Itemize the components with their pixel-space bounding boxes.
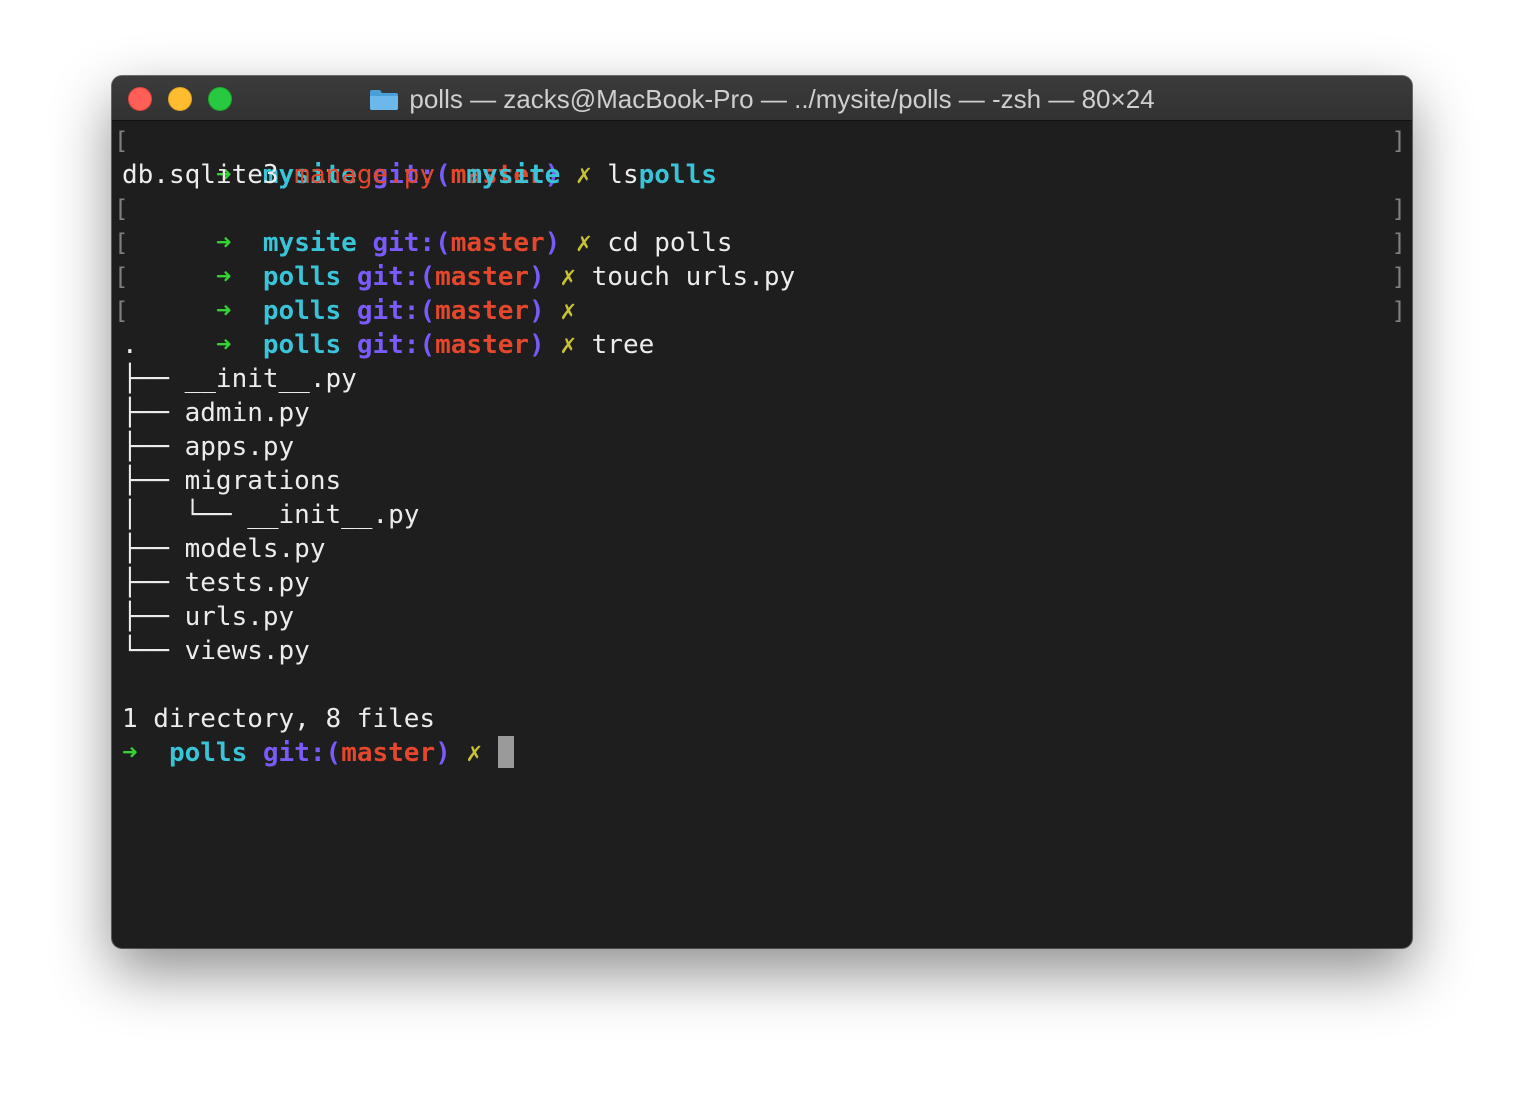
text-cursor[interactable] — [497, 736, 514, 768]
tree-entry: ├── admin.py — [122, 398, 310, 428]
ls-entry: manage.py — [294, 160, 436, 190]
current-prompt-line[interactable]: ➜ polls git:(master) ✗ — [122, 736, 1402, 770]
mark-bracket: [ — [114, 297, 129, 325]
tree-entry: │ └── __init__.py — [122, 500, 420, 530]
mark-bracket: [ — [114, 263, 129, 291]
dirty-mark-icon: ✗ — [466, 738, 483, 768]
tree-entry: └── views.py — [122, 636, 310, 666]
tree-entry: ├── __init__.py — [122, 364, 357, 394]
prompt-line: [➜ polls git:(master) ✗ ] — [114, 260, 1406, 326]
git-label: git:( — [262, 738, 342, 768]
git-label-close: ) — [435, 738, 451, 768]
terminal-output[interactable]: [➜ mysite git:(master) ✗ ls ] db.sqlite3… — [114, 124, 1406, 770]
folder-icon — [369, 89, 399, 111]
git-branch: master — [341, 738, 436, 768]
tree-entry: ├── migrations — [122, 466, 342, 496]
mark-bracket: [ — [114, 127, 129, 155]
mark-bracket: ] — [1391, 127, 1406, 155]
tree-summary: 1 directory, 8 files — [122, 704, 436, 734]
tree-entry: ├── apps.py — [122, 432, 295, 462]
mark-bracket: ] — [1391, 297, 1406, 325]
tree-root: . — [122, 330, 138, 360]
prompt-line: [➜ polls git:(master) ✗ touch urls.py ] — [114, 226, 1406, 292]
window-title: polls — zacks@MacBook-Pro — ../mysite/po… — [409, 84, 1155, 114]
title-bar[interactable]: polls — zacks@MacBook-Pro — ../mysite/po… — [112, 76, 1412, 121]
mark-bracket: [ — [114, 229, 129, 257]
prompt-directory: polls — [168, 738, 248, 768]
ls-entry: polls — [638, 160, 717, 190]
mark-bracket: ] — [1391, 195, 1406, 223]
tree-entry: ├── urls.py — [122, 602, 295, 632]
terminal-window: polls — zacks@MacBook-Pro — ../mysite/po… — [112, 76, 1412, 948]
prompt-line: [➜ mysite git:(master) ✗ cd polls ] — [114, 192, 1406, 258]
mark-bracket: ] — [1391, 263, 1406, 291]
prompt-arrow-icon: ➜ — [122, 738, 138, 768]
tree-entry: ├── tests.py — [122, 568, 310, 598]
window-title-container: polls — zacks@MacBook-Pro — ../mysite/po… — [112, 76, 1412, 120]
mark-bracket: ] — [1391, 229, 1406, 257]
prompt-line: [➜ polls git:(master) ✗ tree ] — [114, 294, 1406, 360]
ls-output-line: db.sqlite3 manage.py mysite polls — [122, 158, 1402, 192]
mark-bracket: [ — [114, 195, 129, 223]
tree-entry: ├── models.py — [122, 534, 326, 564]
ls-entry: db.sqlite3 — [122, 160, 279, 190]
prompt-line: [➜ mysite git:(master) ✗ ls ] — [114, 124, 1406, 190]
ls-entry: mysite — [466, 160, 561, 190]
